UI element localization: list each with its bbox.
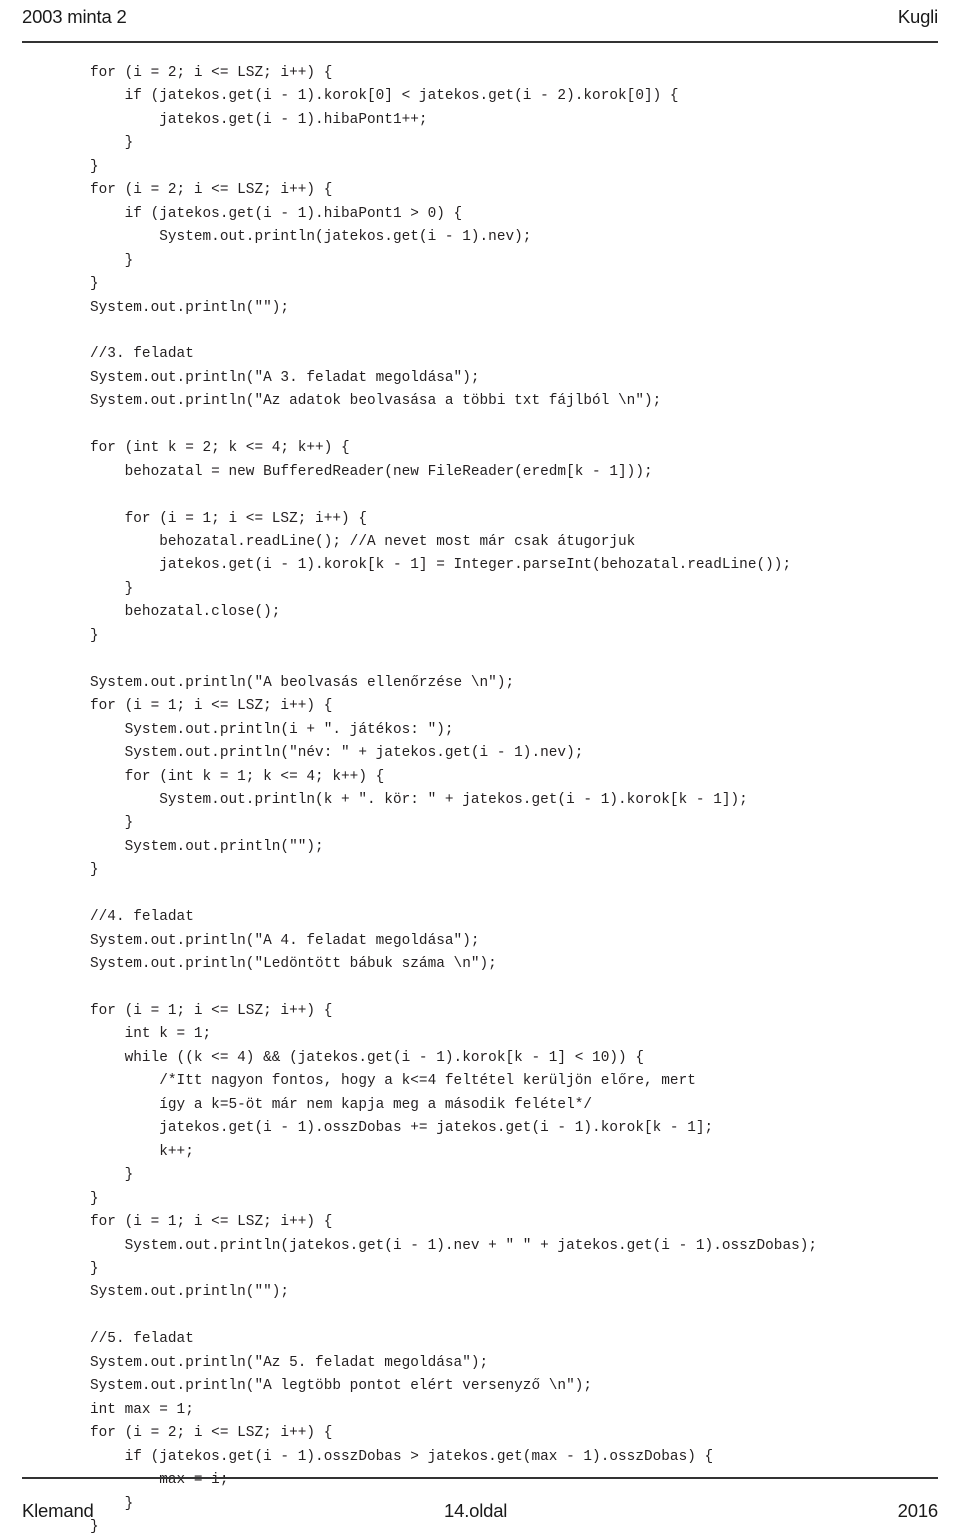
code-line: for (i = 2; i <= LSZ; i++) { <box>90 1425 333 1442</box>
code-line: for (i = 1; i <= LSZ; i++) { <box>90 1003 333 1020</box>
header-title-left: 2003 minta 2 <box>22 6 127 27</box>
code-line: for (i = 1; i <= LSZ; i++) { <box>90 1214 333 1231</box>
code-line: for (i = 1; i <= LSZ; i++) { <box>90 698 333 715</box>
code-line: System.out.println(""); <box>90 838 324 855</box>
code-line: } <box>90 1261 99 1278</box>
code-line: behozatal.readLine(); //A nevet most már… <box>90 534 636 551</box>
code-line: System.out.println("A 4. feladat megoldá… <box>90 932 480 949</box>
code-line: } <box>90 1167 134 1184</box>
code-line: System.out.println(k + ". kör: " + jatek… <box>90 791 748 808</box>
code-line: } <box>90 627 99 644</box>
code-line: System.out.println(""); <box>90 299 290 316</box>
code-line: System.out.println("A legtöbb pontot elé… <box>90 1378 593 1395</box>
code-line: System.out.println(jatekos.get(i - 1).ne… <box>90 229 532 246</box>
code-line: if (jatekos.get(i - 1).hibaPont1 > 0) { <box>90 205 463 222</box>
code-line: behozatal.close(); <box>90 604 281 621</box>
footer-divider <box>22 1477 938 1479</box>
code-line: System.out.println(""); <box>90 1284 290 1301</box>
code-line: } <box>90 862 99 879</box>
footer-year: 2016 <box>897 1500 939 1521</box>
code-line: } <box>90 1190 99 1207</box>
code-line: System.out.println("A 3. feladat megoldá… <box>90 369 480 386</box>
code-line: } <box>90 815 134 832</box>
code-line: for (i = 1; i <= LSZ; i++) { <box>90 510 367 527</box>
code-line: } <box>90 158 99 175</box>
code-line: while ((k <= 4) && (jatekos.get(i - 1).k… <box>90 1049 644 1066</box>
code-line: for (i = 2; i <= LSZ; i++) { <box>90 182 333 199</box>
code-line: for (i = 2; i <= LSZ; i++) { <box>90 65 333 81</box>
code-line: if (jatekos.get(i - 1).osszDobas > jatek… <box>90 1448 714 1465</box>
code-line: jatekos.get(i - 1).korok[k - 1] = Intege… <box>90 557 792 574</box>
code-line: /*Itt nagyon fontos, hogy a k<=4 feltéte… <box>90 1073 696 1090</box>
code-line: for (int k = 1; k <= 4; k++) { <box>90 768 385 785</box>
code-line: behozatal = new BufferedReader(new FileR… <box>90 463 653 480</box>
code-line: System.out.println(i + ". játékos: "); <box>90 721 454 738</box>
code-line: for (int k = 2; k <= 4; k++) { <box>90 440 350 457</box>
code-line: } <box>90 252 134 269</box>
code-line: int max = 1; <box>90 1401 194 1418</box>
footer-page-number: 14.oldal <box>444 1500 508 1521</box>
code-line: } <box>90 580 134 597</box>
code-line: } <box>90 135 134 152</box>
code-line: //3. feladat <box>90 346 194 363</box>
code-line: if (jatekos.get(i - 1).korok[0] < jateko… <box>90 88 679 105</box>
code-line: k++; <box>90 1143 194 1160</box>
code-line: System.out.println("név: " + jatekos.get… <box>90 745 584 762</box>
code-line: System.out.println(jatekos.get(i - 1).ne… <box>90 1237 818 1254</box>
code-line: jatekos.get(i - 1).osszDobas += jatekos.… <box>90 1120 714 1137</box>
code-line: így a k=5-öt már nem kapja meg a második… <box>90 1096 593 1113</box>
code-line: } <box>90 276 99 293</box>
code-line: System.out.println("Ledöntött bábuk szám… <box>90 956 497 973</box>
header-divider <box>22 41 938 43</box>
code-line: System.out.println("Az 5. feladat megold… <box>90 1354 489 1371</box>
code-line: System.out.println("A beolvasás ellenőrz… <box>90 674 515 691</box>
code-line: int k = 1; <box>90 1026 212 1043</box>
header-title-right: Kugli <box>897 6 938 27</box>
code-line: //5. feladat <box>90 1331 194 1348</box>
code-line: max = i; <box>90 1472 229 1489</box>
page-footer: Klemand 14.oldal 2016 <box>22 1494 938 1528</box>
code-line: //4. feladat <box>90 909 194 926</box>
code-line: jatekos.get(i - 1).hibaPont1++; <box>90 111 428 128</box>
code-line: System.out.println("Az adatok beolvasása… <box>90 393 662 410</box>
code-listing: for (i = 2; i <= LSZ; i++) { if (jatekos… <box>90 62 940 1536</box>
document-page: 2003 minta 2 Kugli for (i = 2; i <= LSZ;… <box>0 0 960 1536</box>
